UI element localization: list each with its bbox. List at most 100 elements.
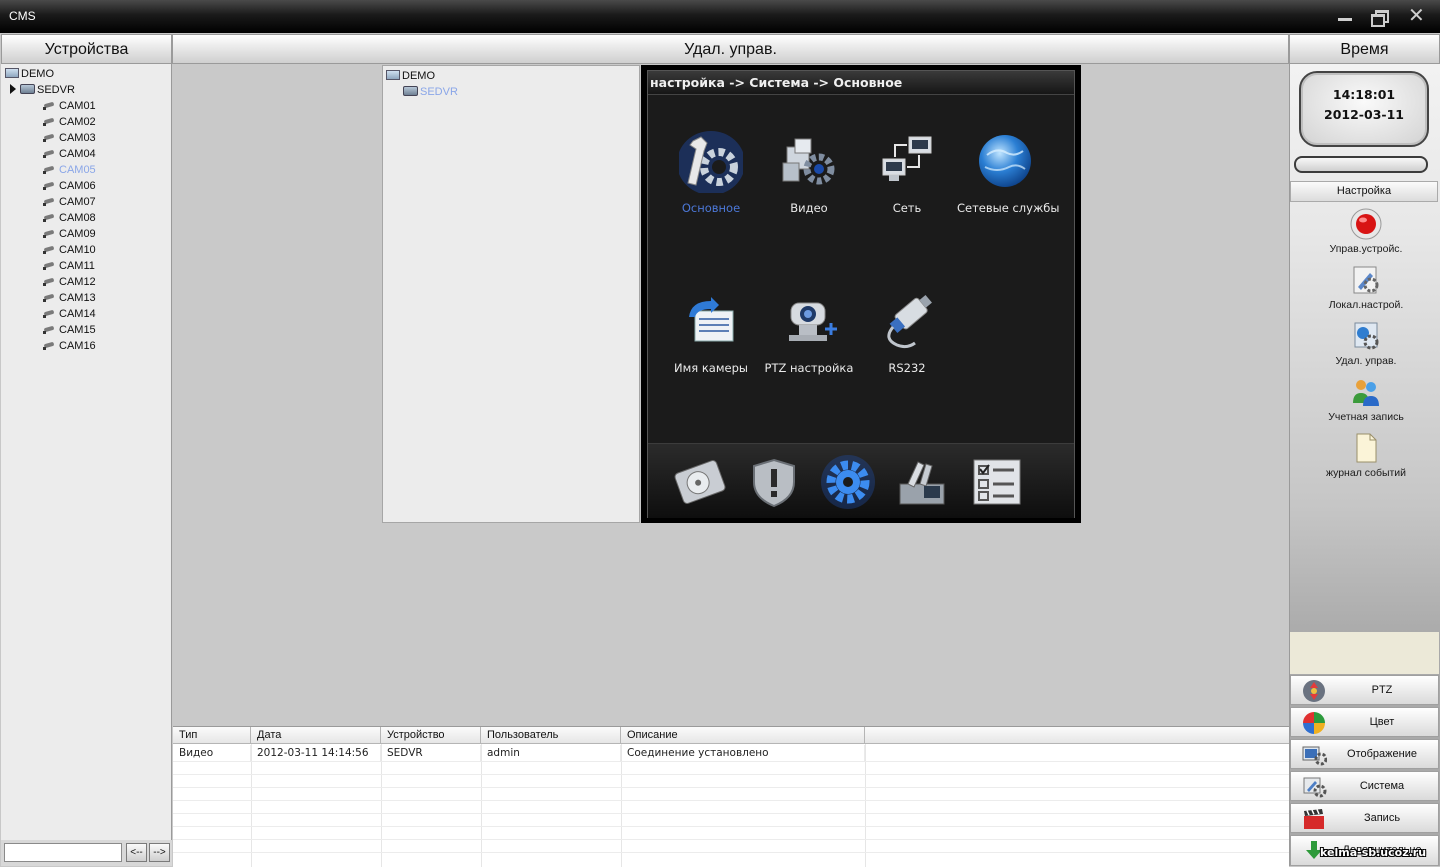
expand-arrow-icon[interactable] xyxy=(10,84,16,94)
tree-camera-item[interactable]: CAM09 xyxy=(43,226,96,242)
checklist-icon[interactable] xyxy=(964,454,1028,510)
tree-camera-label: CAM01 xyxy=(59,100,96,112)
close-button[interactable]: ✕ xyxy=(1408,5,1426,25)
tree-camera-label: CAM04 xyxy=(59,148,96,160)
tree-camera-item[interactable]: CAM10 xyxy=(43,242,96,258)
next-button[interactable]: --> xyxy=(149,843,170,862)
dvr-item-general[interactable]: Основное xyxy=(663,129,759,215)
tools-icon[interactable] xyxy=(890,454,954,510)
remote-tree-root[interactable]: DEMO xyxy=(386,68,435,84)
color-button[interactable]: Цвет xyxy=(1290,707,1439,737)
tree-device[interactable]: SEDVR xyxy=(10,82,75,98)
col-header-user[interactable]: Пользователь xyxy=(481,727,621,744)
col-header-date[interactable]: Дата xyxy=(251,727,381,744)
record-button-icon xyxy=(1349,207,1383,241)
event-log-button[interactable]: журнал событий xyxy=(1296,431,1436,479)
dvr-icon xyxy=(403,86,418,96)
local-settings-icon xyxy=(1349,263,1383,297)
tree-camera-item[interactable]: CAM08 xyxy=(43,210,96,226)
dvr-item-video[interactable]: Видео xyxy=(761,129,857,215)
wrench-gear-icon xyxy=(677,129,745,195)
hdd-icon[interactable] xyxy=(668,454,732,510)
system-button[interactable]: Система xyxy=(1290,771,1439,801)
tree-camera-item[interactable]: CAM16 xyxy=(43,338,96,354)
progress-bar xyxy=(1294,156,1428,173)
record-button[interactable]: Запись xyxy=(1290,803,1439,833)
camera-icon xyxy=(43,213,57,222)
tree-camera-label: CAM15 xyxy=(59,324,96,336)
dvr-item-net-services[interactable]: Сетевые службы xyxy=(957,129,1059,215)
tree-camera-item[interactable]: CAM02 xyxy=(43,114,96,130)
camera-icon xyxy=(43,309,57,318)
local-settings-button[interactable]: Локал.настрой. xyxy=(1296,263,1436,311)
watermark-text: kelma-sb.ucoz.ru xyxy=(1320,846,1427,859)
tree-device-label: SEDVR xyxy=(37,84,75,96)
tree-camera-item[interactable]: CAM03 xyxy=(43,130,96,146)
device-manager-button[interactable]: Управ.устройс. xyxy=(1296,207,1436,255)
camera-icon xyxy=(43,293,57,302)
settings-section-header[interactable]: Настройка xyxy=(1290,181,1438,202)
tree-camera-item[interactable]: CAM07 xyxy=(43,194,96,210)
account-button[interactable]: Учетная запись xyxy=(1296,375,1436,423)
tree-root[interactable]: DEMO xyxy=(5,66,54,82)
ptz-button[interactable]: PTZ xyxy=(1290,675,1439,705)
tree-camera-label: CAM08 xyxy=(59,212,96,224)
tree-camera-item[interactable]: CAM04 xyxy=(43,146,96,162)
remote-settings-button[interactable]: Удал. управ. xyxy=(1296,319,1436,367)
document-icon xyxy=(1349,431,1383,465)
time-header: Время xyxy=(1289,34,1440,64)
tree-camera-item[interactable]: CAM11 xyxy=(43,258,95,274)
clapper-icon xyxy=(1301,807,1327,831)
dvr-menu-window: настройка -> Система -> Основное Основно… xyxy=(647,70,1075,518)
device-search-input[interactable] xyxy=(4,843,122,862)
dvr-item-ptz[interactable]: PTZ настройка xyxy=(761,289,857,375)
server-icon xyxy=(5,68,19,78)
serial-cable-icon xyxy=(875,289,939,353)
camera-icon xyxy=(43,165,57,174)
display-icon xyxy=(1301,743,1328,767)
tree-camera-item[interactable]: CAM15 xyxy=(43,322,96,338)
camera-icon xyxy=(43,341,57,350)
tree-camera-label: CAM07 xyxy=(59,196,96,208)
dvr-item-camera-name[interactable]: Имя камеры xyxy=(663,289,759,375)
window-title: CMS xyxy=(9,9,36,23)
alarm-shield-icon[interactable] xyxy=(742,454,806,510)
remote-tree-device[interactable]: SEDVR xyxy=(403,84,458,100)
clock-time: 14:18:01 xyxy=(1332,87,1396,102)
col-header-description[interactable]: Описание xyxy=(621,727,865,744)
camera-icon xyxy=(43,261,57,270)
col-header-device[interactable]: Устройство xyxy=(381,727,481,744)
dvr-breadcrumb: настройка -> Система -> Основное xyxy=(648,71,1074,95)
tree-camera-label: CAM10 xyxy=(59,244,96,256)
camera-icon xyxy=(43,277,57,286)
ptz-button-label: PTZ xyxy=(1371,684,1393,696)
right-panel-spacer xyxy=(1290,632,1439,674)
tree-camera-item[interactable]: CAM06 xyxy=(43,178,96,194)
gear-icon[interactable] xyxy=(816,454,880,510)
dvr-item-label: Имя камеры xyxy=(674,361,748,375)
dvr-item-network[interactable]: Сеть xyxy=(859,129,955,215)
title-bar: CMS ✕ xyxy=(0,0,1440,33)
tree-camera-label: CAM12 xyxy=(59,276,96,288)
minimize-button[interactable] xyxy=(1336,8,1354,24)
tree-camera-item[interactable]: CAM13 xyxy=(43,290,96,306)
cell-type: Видео xyxy=(173,745,251,762)
camera-icon xyxy=(43,133,57,142)
display-button[interactable]: Отображение xyxy=(1290,739,1439,769)
rp-item-label: Управ.устройс. xyxy=(1329,243,1403,255)
dvr-item-rs232[interactable]: RS232 xyxy=(859,289,955,375)
ptz-icon xyxy=(1301,679,1327,703)
dvr-tab-bar xyxy=(648,443,1074,518)
camera-icon xyxy=(43,117,57,126)
col-header-type[interactable]: Тип xyxy=(173,727,251,744)
maximize-button[interactable] xyxy=(1370,8,1389,27)
tree-camera-item[interactable]: CAM14 xyxy=(43,306,96,322)
tree-camera-label: CAM09 xyxy=(59,228,96,240)
system-icon xyxy=(1301,775,1327,799)
tree-camera-item[interactable]: CAM05 xyxy=(43,162,96,178)
tree-camera-item[interactable]: CAM01 xyxy=(43,98,96,114)
cell-description: Соединение установлено xyxy=(621,745,865,762)
prev-button[interactable]: <-- xyxy=(126,843,147,862)
users-icon xyxy=(1349,375,1383,409)
tree-camera-item[interactable]: CAM12 xyxy=(43,274,96,290)
